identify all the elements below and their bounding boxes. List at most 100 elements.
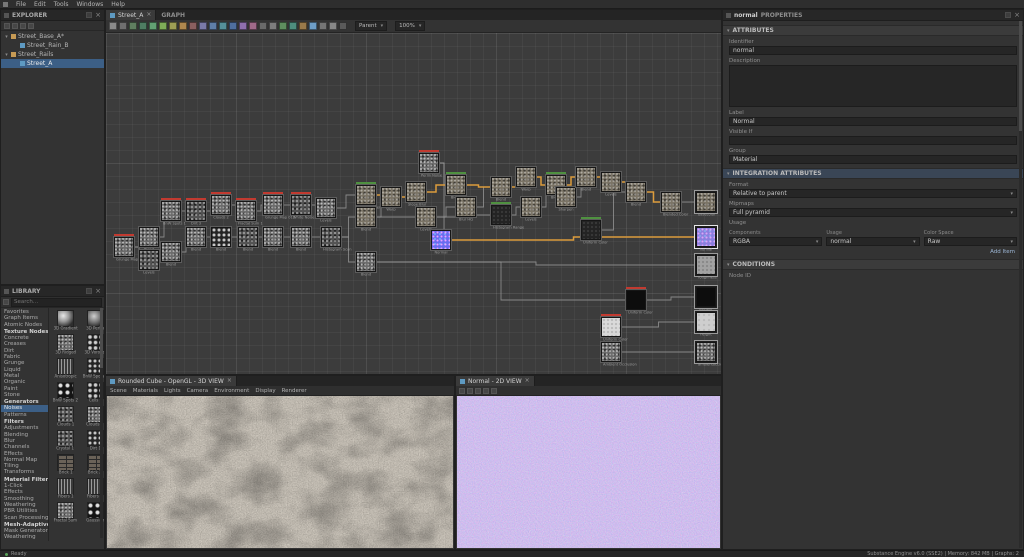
graph-node-levels-n03[interactable]: Levels: [139, 250, 159, 276]
graph-node-blend-n28[interactable]: Blend: [491, 177, 511, 203]
graph-node-white-noise-n14[interactable]: White Noise: [291, 192, 315, 221]
graph-node-warp-n30[interactable]: Warp: [516, 167, 536, 193]
graph-tool-icon-21[interactable]: [309, 22, 317, 30]
usage-colorspace-dropdown[interactable]: Raw ▾: [923, 237, 1017, 246]
library-category-atomic-nodes[interactable]: Atomic Nodes: [1, 322, 48, 328]
explorer-item-street-rails[interactable]: ▾ Street_Rails: [1, 50, 104, 59]
close-icon[interactable]: ×: [525, 378, 530, 384]
graph-tool-icon-11[interactable]: [209, 22, 217, 30]
graph-node-clouds-2-n08[interactable]: Clouds 2: [211, 192, 231, 221]
library-item-3d-gradient[interactable]: 3D Gradient: [51, 310, 80, 332]
view-2d-viewport[interactable]: [457, 396, 720, 548]
graph-node-histogram-range-n29[interactable]: Histogram Range: [491, 202, 524, 231]
view-3d-menu-scene[interactable]: Scene: [110, 388, 127, 394]
graph-node-dirt-3-n06[interactable]: Dirt 3: [186, 198, 206, 227]
graph-node-levels-n16[interactable]: Levels: [316, 198, 336, 224]
label-field[interactable]: Normal: [729, 117, 1017, 126]
graph-tool-icon-8[interactable]: [179, 22, 187, 30]
graph-node-blend-n15[interactable]: Blend: [291, 227, 311, 253]
tab-street-a[interactable]: Street_A ×: [106, 10, 157, 20]
graph-tool-icon-22[interactable]: [319, 22, 327, 30]
pan-icon[interactable]: [459, 387, 465, 394]
description-field[interactable]: [729, 65, 1017, 107]
section-conditions[interactable]: ▾ CONDITIONS: [723, 259, 1023, 270]
menu-windows[interactable]: Windows: [72, 1, 107, 8]
graph-canvas[interactable]: Grunge Map 005 Blend Levels BnW Spots 1 Blen…: [106, 33, 721, 374]
zoom-fit-icon[interactable]: [467, 387, 473, 394]
graph-tool-icon-17[interactable]: [269, 22, 277, 30]
graph-node-blur-hq-n27[interactable]: Blur HQ: [456, 197, 476, 223]
library-search-input[interactable]: [11, 297, 102, 307]
view-3d-menu-renderer[interactable]: Renderer: [282, 388, 307, 394]
explorer-item-street-a[interactable]: Street_A: [1, 59, 104, 68]
view-3d-menu-environment[interactable]: Environment: [214, 388, 249, 394]
graph-node-normal-n43[interactable]: normal: [696, 227, 716, 253]
menu-tools[interactable]: Tools: [50, 1, 73, 8]
graph-node-uniform-color-n38[interactable]: Uniform Color: [626, 287, 653, 316]
graph-parent-dropdown[interactable]: Parent ▾: [355, 21, 388, 31]
graph-node-perlin-noise-n23[interactable]: Perlin Noise: [419, 150, 442, 179]
graph-tool-icon-10[interactable]: [199, 22, 207, 30]
graph-node-uniform-color-n39[interactable]: Uniform Color: [601, 314, 628, 343]
close-icon[interactable]: ×: [95, 12, 101, 19]
graph-tool-icon-5[interactable]: [149, 22, 157, 30]
library-item-bnw-spots-2[interactable]: BnW Spots 2: [51, 382, 80, 404]
view-3d-viewport[interactable]: [107, 396, 453, 548]
graph-tool-icon-19[interactable]: [289, 22, 297, 30]
view-3d-menu-lights[interactable]: Lights: [164, 388, 181, 394]
graph-node-uniform-color-n35[interactable]: Uniform Color: [581, 217, 608, 246]
graph-node-basecolor-n42[interactable]: basecolor: [696, 192, 716, 218]
view-3d-menu-camera[interactable]: Camera: [187, 388, 209, 394]
close-icon[interactable]: ×: [1014, 12, 1020, 19]
section-attributes[interactable]: ▾ ATTRIBUTES: [723, 25, 1023, 36]
graph-tool-icon-7[interactable]: [169, 22, 177, 30]
view-3d-menu-display[interactable]: Display: [255, 388, 275, 394]
library-item-brick-1[interactable]: Brick 1: [51, 454, 80, 476]
graph-node-roughness-n44[interactable]: roughness: [696, 255, 717, 281]
graph-node-blend-n37[interactable]: Blend: [626, 182, 646, 208]
graph-node-blend-n20[interactable]: Blend: [356, 252, 376, 278]
graph-tool-icon-24[interactable]: [339, 22, 347, 30]
graph-node-slope-blur-n22[interactable]: Slope Blur: [406, 182, 426, 208]
graph-tool-icon-16[interactable]: [259, 22, 267, 30]
open-package-icon[interactable]: [12, 22, 18, 29]
graph-tool-icon-6[interactable]: [159, 22, 167, 30]
graph-node-blended-color-n41[interactable]: Blended Color: [661, 192, 688, 218]
channels-icon[interactable]: [483, 387, 489, 394]
graph-node-sharpen-n33[interactable]: Sharpen: [556, 187, 576, 213]
graph-node-blend-n34[interactable]: Blend: [576, 167, 596, 193]
library-category-patterns[interactable]: Patterns: [1, 412, 48, 418]
pin-icon[interactable]: [1005, 12, 1012, 18]
graph-node-height-n46[interactable]: height: [696, 312, 716, 338]
close-icon[interactable]: ×: [227, 378, 232, 384]
library-item-clouds-1[interactable]: Clouds 1: [51, 406, 80, 428]
graph-tool-icon-9[interactable]: [189, 22, 197, 30]
usage-components-dropdown[interactable]: RGBA ▾: [729, 237, 823, 246]
graph-node-ambient-occlusion-n40[interactable]: Ambient Occlusion: [601, 342, 637, 368]
panel-menu-icon[interactable]: [86, 12, 93, 18]
graph-tool-icon-2[interactable]: [119, 22, 127, 30]
explorer-item-street-base-a[interactable]: ▾ Street_Base_A*: [1, 32, 104, 41]
info-icon[interactable]: [491, 387, 497, 394]
graph-node-levels-n36[interactable]: Levels: [601, 172, 621, 198]
graph-node-blend-n09[interactable]: Blend: [211, 227, 231, 253]
tab-3d-view[interactable]: Rounded Cube - OpenGL - 3D VIEW ×: [106, 376, 237, 386]
library-category-stone[interactable]: Stone: [1, 392, 48, 398]
graph-node-blend-n13[interactable]: Blend: [263, 227, 283, 253]
menu-file[interactable]: File: [12, 1, 30, 8]
graph-tool-icon-4[interactable]: [139, 22, 147, 30]
close-icon[interactable]: ×: [95, 288, 101, 295]
graph-tool-icon-18[interactable]: [279, 22, 287, 30]
add-item-button[interactable]: Add Item: [723, 246, 1023, 255]
graph-node-grunge-map-013-n12[interactable]: Grunge Map 013: [263, 192, 295, 221]
view-3d-menu-materials[interactable]: Materials: [133, 388, 158, 394]
expander-icon[interactable]: ▾: [4, 34, 9, 40]
graph-tool-icon-20[interactable]: [299, 22, 307, 30]
expander-icon[interactable]: ▾: [4, 52, 9, 58]
save-icon[interactable]: [20, 22, 26, 29]
library-item-anisotropic[interactable]: Anisotropic: [51, 358, 80, 380]
graph-tool-icon-15[interactable]: [249, 22, 257, 30]
graph-node-metallic-n45[interactable]: metallic: [696, 287, 716, 313]
section-integration-attributes[interactable]: ▾ INTEGRATION ATTRIBUTES: [723, 168, 1023, 179]
graph-node-ambientocclusion-n47[interactable]: ambientocclusion: [696, 342, 721, 368]
